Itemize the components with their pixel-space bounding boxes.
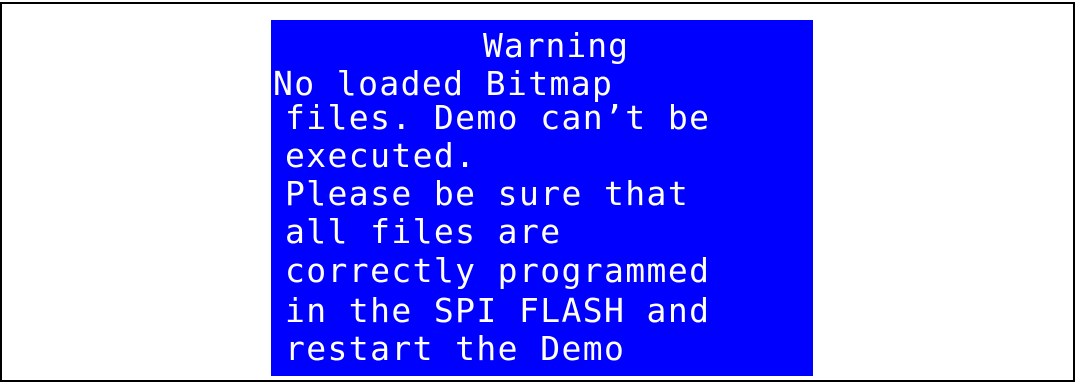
warning-line-5: all files are (285, 212, 562, 251)
warning-line-7: in the SPI FLASH and (285, 291, 711, 330)
warning-line-2: files. Demo can’t be (285, 98, 711, 137)
warning-title: Warning (482, 26, 630, 65)
warning-line-4: Please be sure that (285, 174, 690, 213)
lcd-warning-screen: Warning No loaded Bitmap files. Demo can… (271, 20, 813, 376)
warning-line-8: restart the Demo (285, 329, 626, 368)
warning-line-3: executed. (285, 136, 477, 175)
warning-line-6: correctly programmed (285, 251, 711, 290)
